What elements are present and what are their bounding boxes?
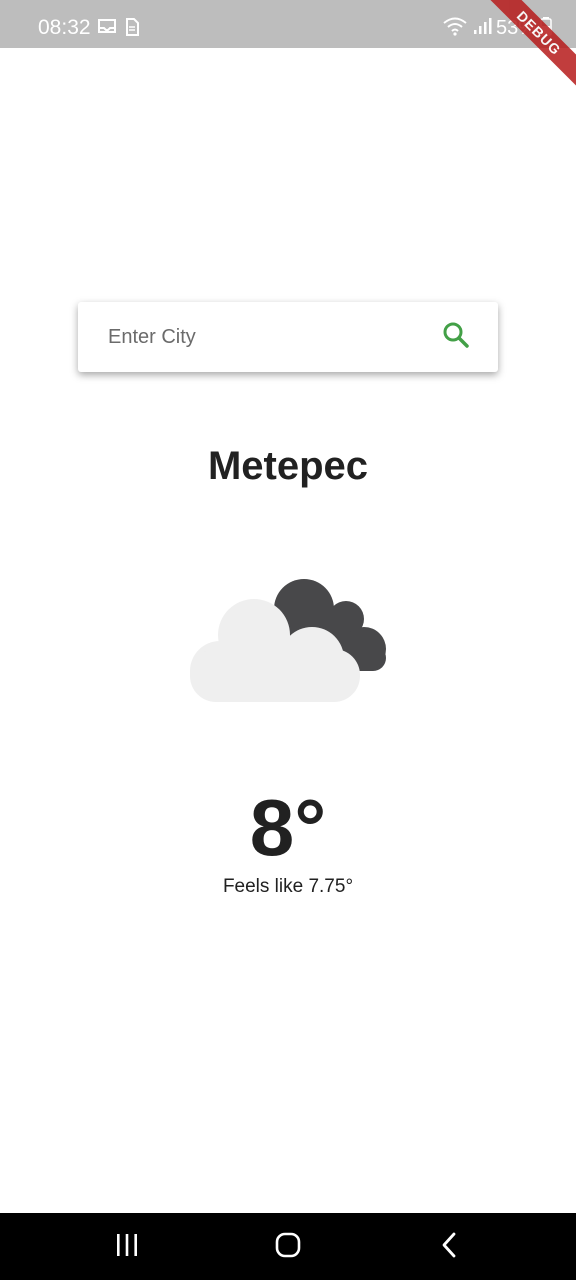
status-right: 53% xyxy=(442,14,552,42)
search-card xyxy=(78,302,498,372)
temperature: 8° xyxy=(249,783,327,872)
city-search-input[interactable] xyxy=(106,316,436,358)
tray-icon xyxy=(96,17,118,42)
cloudy-night-icon xyxy=(188,575,388,705)
signal-icon xyxy=(472,16,492,41)
navigation-bar xyxy=(0,1213,576,1280)
wifi-icon xyxy=(442,16,468,41)
sim-icon xyxy=(124,17,140,42)
home-icon[interactable] xyxy=(274,1231,302,1264)
search-button[interactable] xyxy=(436,317,476,357)
city-name: Metepec xyxy=(207,444,369,488)
app-screen: 08:32 53% DEBUG Enter City Metepec 8° Fe… xyxy=(0,0,576,1280)
feels-like: Feels like 7.75° xyxy=(222,876,354,897)
search-icon[interactable] xyxy=(442,321,470,354)
back-button[interactable] xyxy=(430,1231,470,1263)
home-button[interactable] xyxy=(268,1231,308,1263)
battery-icon xyxy=(540,16,552,41)
back-icon[interactable] xyxy=(438,1231,462,1264)
battery-percent: 53% xyxy=(495,17,536,39)
status-left-icons xyxy=(96,17,140,42)
recent-apps-icon[interactable] xyxy=(114,1232,140,1263)
status-time: 08:32 xyxy=(38,16,91,39)
recent-apps-button[interactable] xyxy=(107,1231,147,1263)
status-bar: 08:32 53% xyxy=(0,0,576,48)
